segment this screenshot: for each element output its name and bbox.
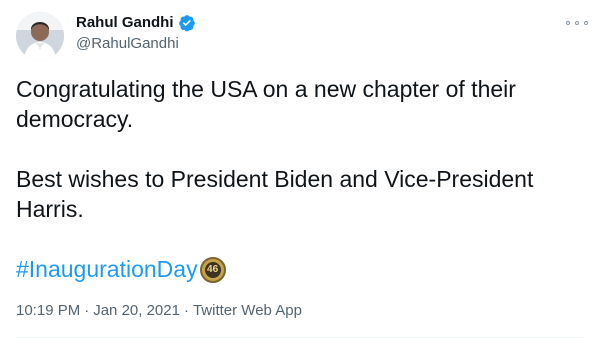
- avatar[interactable]: [16, 12, 64, 60]
- more-dot-1: [566, 21, 570, 25]
- more-options-button[interactable]: [566, 16, 588, 30]
- tweet-paragraph-2: Best wishes to President Biden and Vice-…: [16, 166, 534, 222]
- tweet-text: Congratulating the USA on a new chapter …: [16, 74, 576, 284]
- tweet-time[interactable]: 10:19 PM: [16, 301, 80, 321]
- hashtag-row: #InaugurationDay 46: [16, 254, 576, 284]
- tweet-source[interactable]: Twitter Web App: [193, 301, 302, 321]
- more-dot-3: [584, 21, 588, 25]
- more-dot-2: [575, 21, 579, 25]
- tweet-paragraph-1: Congratulating the USA on a new chapter …: [16, 76, 516, 132]
- author-block: Rahul Gandhi @RahulGandhi: [76, 13, 196, 54]
- verified-badge-icon: [178, 14, 196, 32]
- meta-separator-2: ·: [183, 302, 189, 319]
- tweet-card: Rahul Gandhi @RahulGandhi Congratulating…: [0, 0, 600, 338]
- avatar-icon: [16, 12, 64, 60]
- tweet-date[interactable]: Jan 20, 2021: [93, 301, 180, 321]
- meta-separator-1: ·: [84, 302, 90, 319]
- inauguration-46-emoji-icon: 46: [199, 257, 226, 283]
- hashtag-link[interactable]: #InaugurationDay: [16, 254, 198, 284]
- author-name-row: Rahul Gandhi: [76, 13, 196, 33]
- author-handle[interactable]: @RahulGandhi: [76, 34, 196, 54]
- author-display-name[interactable]: Rahul Gandhi: [76, 13, 174, 33]
- emoji-label: 46: [204, 262, 221, 278]
- tweet-meta: 10:19 PM · Jan 20, 2021 · Twitter Web Ap…: [16, 301, 302, 321]
